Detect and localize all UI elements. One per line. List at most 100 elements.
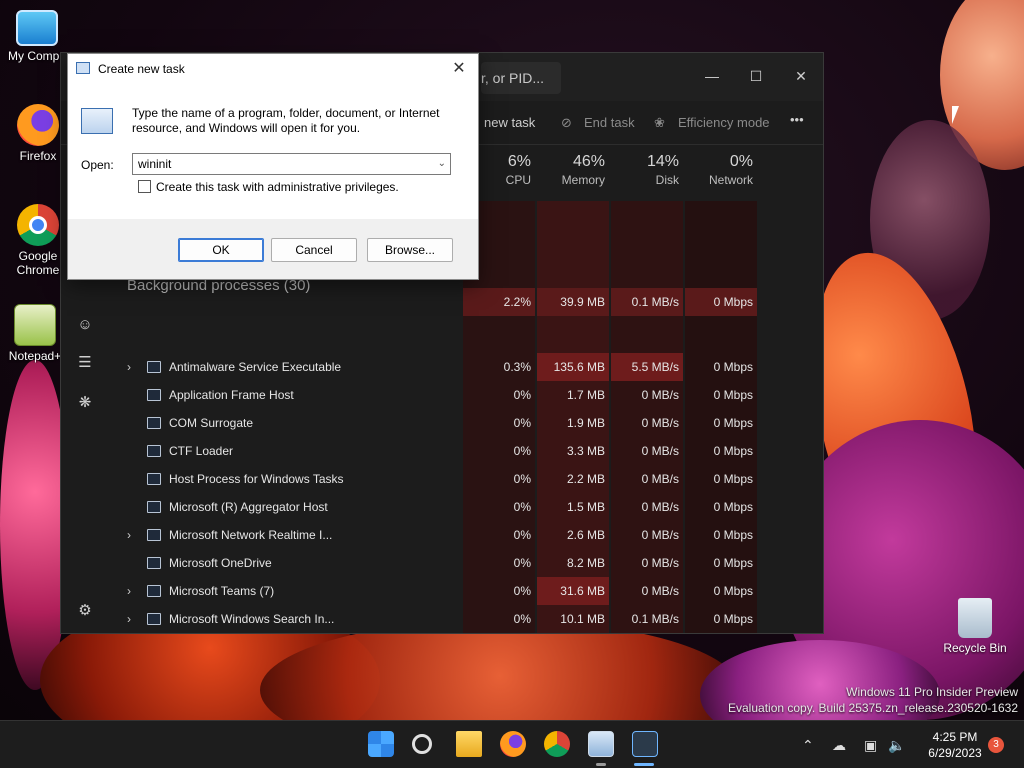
chevron-right-icon[interactable]: › (127, 577, 131, 605)
cpu-cell: 2.2% (463, 288, 535, 316)
watermark-line-2: Evaluation copy. Build 25375.zn_release.… (728, 701, 1018, 715)
table-row[interactable]: Microsoft OneDrive 0% 8.2 MB 0 MB/s 0 Mbps (109, 549, 823, 577)
run-dialog-taskbar-icon[interactable] (632, 731, 658, 757)
table-row[interactable]: › Microsoft Network Realtime I... 0% 2.6 MB… (109, 521, 823, 549)
process-icon (147, 389, 161, 401)
admin-privileges-label: Create this task with administrative pri… (156, 180, 399, 194)
cpu-cell: 0% (513, 612, 531, 626)
cpu-cell: 0.3% (503, 360, 531, 374)
chevron-right-icon[interactable]: › (127, 353, 131, 381)
end-task-button[interactable]: End task (584, 115, 635, 130)
close-button[interactable]: ✕ (788, 63, 814, 89)
mouse-cursor (952, 106, 959, 124)
table-row[interactable]: CTF Loader 0% 3.3 MB 0 MB/s 0 Mbps (109, 437, 823, 465)
disk-cell: 0 MB/s (641, 472, 679, 486)
network-label: Network (708, 173, 753, 187)
network-cell: 0 Mbps (685, 633, 757, 634)
disk-label: Disk (655, 173, 679, 187)
checkbox-box[interactable] (138, 180, 151, 193)
table-row[interactable]: › Microsoft Windows Search In... 0% 10.1 MB… (109, 605, 823, 633)
memory-cell: 8.2 MB (566, 556, 605, 570)
file-explorer-icon[interactable] (456, 731, 482, 757)
browse-button[interactable]: Browse... (367, 238, 453, 262)
table-row[interactable]: COM Surrogate 0% 1.9 MB 0 MB/s 0 Mbps (109, 409, 823, 437)
disk-column-header[interactable]: 14% Disk (611, 153, 683, 187)
search-box[interactable]: r, or PID... (481, 62, 561, 94)
disk-cell: 0.1 MB/s (631, 612, 679, 626)
memory-cell: 2.6 MB (566, 528, 605, 542)
cpu-cell: 0% (513, 556, 531, 570)
display-icon[interactable]: ▣ (864, 721, 877, 768)
open-combobox[interactable]: wininit ⌄ (132, 153, 451, 175)
clock[interactable]: 4:25 PM 6/29/2023 (922, 729, 988, 761)
memory-cell: 1.5 MB (566, 500, 605, 514)
dialog-titlebar: Create new task ✕ (68, 54, 478, 84)
services-icon[interactable]: ❋ (75, 393, 95, 413)
process-icon (147, 529, 161, 541)
chevron-right-icon[interactable]: › (127, 521, 131, 549)
disk-cell: 0 MB/s (641, 444, 679, 458)
chrome-icon (17, 204, 59, 246)
memory-cell: 1.7 MB (537, 633, 609, 634)
disk-cell: 0 MB/s (641, 500, 679, 514)
chevron-down-icon[interactable]: ⌄ (438, 154, 446, 174)
network-percent: 0% (729, 153, 753, 170)
firefox-icon[interactable] (500, 731, 526, 757)
active-indicator (634, 763, 654, 766)
admin-privileges-checkbox[interactable]: Create this task with administrative pri… (138, 180, 399, 194)
settings-gear-icon[interactable]: ⚙ (75, 601, 95, 621)
cpu-cell: 0% (513, 500, 531, 514)
desktop-icon-recycle-bin[interactable]: Recycle Bin (940, 598, 1010, 655)
minimize-button[interactable]: — (699, 63, 725, 89)
disk-cell: 0 MB/s (641, 584, 679, 598)
disk-cell: 0 MB/s (641, 416, 679, 430)
desktop-icon-label: Recycle Bin (943, 641, 1007, 655)
ok-button[interactable]: OK (178, 238, 264, 262)
network-cell: 0 Mbps (713, 416, 753, 430)
process-name: Microsoft Teams (7) (169, 584, 275, 598)
monitor-icon (16, 10, 58, 46)
network-cell: 0 Mbps (713, 612, 753, 626)
dialog-close-button[interactable]: ✕ (448, 58, 470, 80)
chevron-up-icon[interactable]: ⌃ (802, 721, 814, 768)
network-off-icon[interactable]: ☁ (832, 721, 846, 768)
users-icon[interactable]: ☺ (75, 315, 95, 335)
run-icon (76, 62, 90, 74)
more-options-button[interactable]: ••• (790, 112, 804, 127)
efficiency-mode-button[interactable]: Efficiency mode (678, 115, 770, 130)
table-row[interactable]: Host Process for Windows Tasks 0% 2.2 MB 0 … (109, 465, 823, 493)
open-label: Open: (81, 158, 114, 172)
chrome-icon[interactable] (544, 731, 570, 757)
program-window-icon (81, 108, 113, 134)
memory-cell: 3.3 MB (566, 444, 605, 458)
memory-cell: 2.2 MB (566, 472, 605, 486)
process-icon (147, 585, 161, 597)
network-cell: 0 Mbps (713, 472, 753, 486)
chevron-right-icon[interactable]: › (127, 605, 131, 633)
search-icon[interactable] (412, 734, 432, 754)
notification-badge[interactable]: 3 (988, 737, 1004, 753)
memory-column-header[interactable]: 46% Memory (537, 153, 609, 187)
table-row[interactable]: Microsoft (R) Aggregator Host 0% 1.5 MB 0 M… (109, 493, 823, 521)
volume-icon[interactable]: 🔈 (888, 721, 905, 768)
table-row[interactable]: Application Frame Host 0% 1.7 MB 0 MB/s 0 Mb… (109, 381, 823, 409)
end-task-icon: ⊘ (561, 115, 572, 130)
cpu-cell: 0% (513, 584, 531, 598)
cpu-cell: 0% (513, 472, 531, 486)
maximize-button[interactable]: ☐ (743, 63, 769, 89)
details-icon[interactable]: ☰ (75, 353, 95, 373)
memory-cell: 1.7 MB (566, 388, 605, 402)
table-row[interactable]: › Microsoft Teams (7) 0% 31.6 MB 0 MB/s 0 Mbp… (109, 577, 823, 605)
cpu-cell: 0% (463, 633, 535, 634)
network-cell: 0 Mbps (713, 556, 753, 570)
cancel-button[interactable]: Cancel (271, 238, 357, 262)
process-icon (147, 361, 161, 373)
table-row[interactable]: Notifications host process 0%1.7 MB0 MB/s… (109, 633, 824, 634)
run-new-task-button[interactable]: new task (484, 115, 535, 130)
network-column-header[interactable]: 0% Network (685, 153, 757, 187)
process-name: Microsoft (R) Aggregator Host (169, 500, 328, 514)
task-manager-icon[interactable] (588, 731, 614, 757)
start-windows-icon[interactable] (368, 731, 394, 757)
search-placeholder: r, or PID... (481, 70, 545, 86)
table-row[interactable]: › Antimalware Service Executable 0.3% 135.6… (109, 353, 823, 381)
